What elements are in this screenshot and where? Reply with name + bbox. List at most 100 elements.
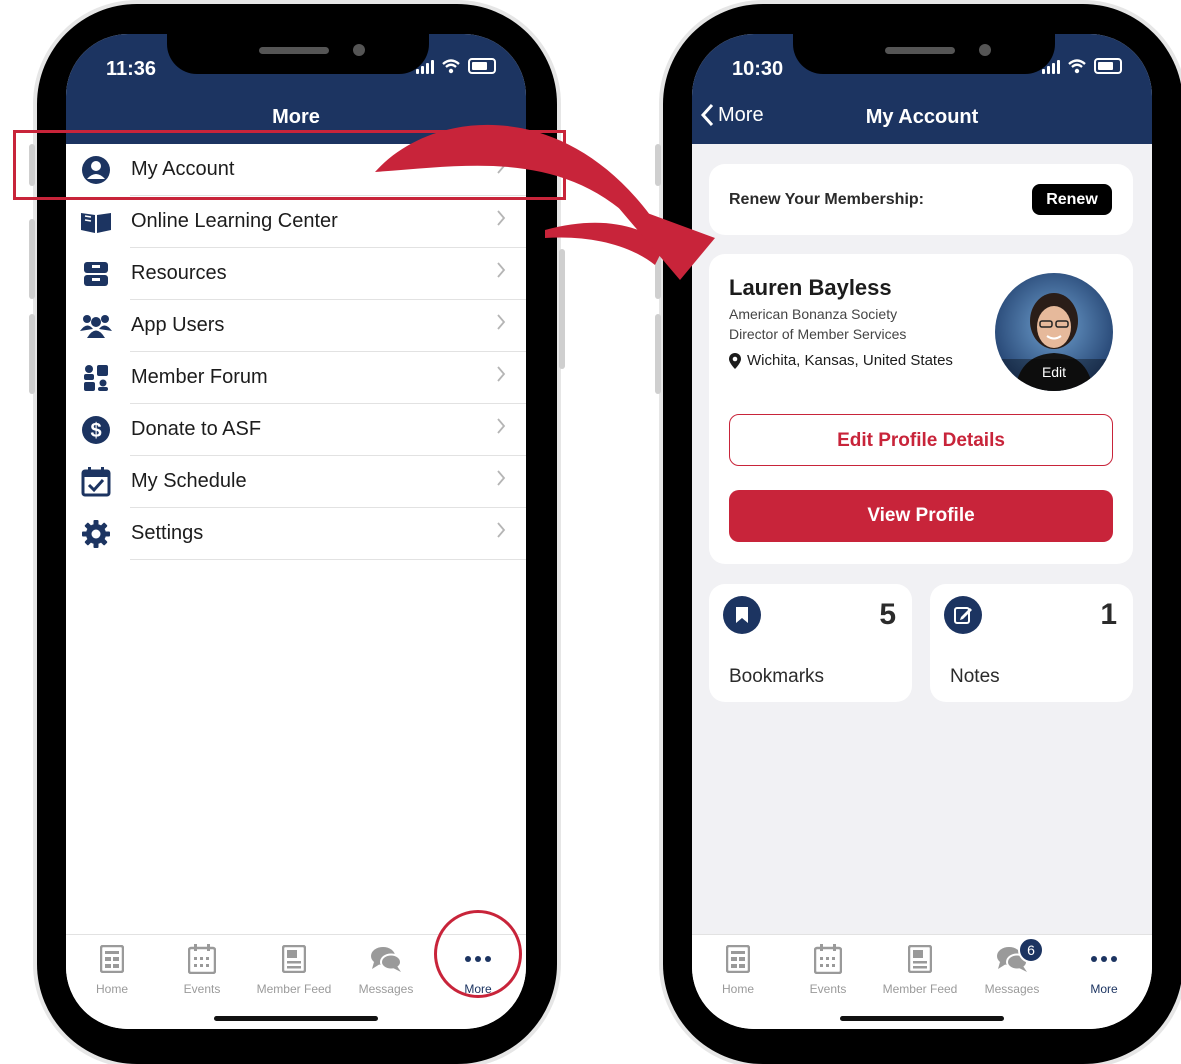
tab-home[interactable]: Home [66, 943, 158, 996]
chat-icon [340, 943, 432, 975]
edit-profile-button[interactable]: Edit Profile Details [729, 414, 1113, 466]
wifi-icon [442, 59, 460, 74]
page-title: My Account [865, 106, 979, 128]
mute-switch [655, 144, 661, 186]
calendar-icon [782, 943, 874, 975]
view-profile-button[interactable]: View Profile [729, 490, 1113, 542]
more-dots-icon [1058, 943, 1150, 975]
chevron-right-icon [497, 470, 506, 486]
profile-organization: American Bonanza Society [729, 306, 898, 322]
home-indicator [214, 1016, 378, 1021]
menu-item-member-forum[interactable]: Member Forum [66, 352, 526, 404]
account-content: Renew Your Membership: Renew Lauren Bayl… [692, 144, 1152, 934]
power-button [559, 249, 565, 369]
forum-icon [80, 364, 112, 392]
gear-icon [80, 520, 112, 548]
notch [793, 34, 1055, 74]
nav-header: 11:36 More [66, 34, 526, 144]
chevron-right-icon [497, 262, 506, 278]
bookmarks-label: Bookmarks [729, 666, 825, 687]
notch [167, 34, 429, 74]
notes-card[interactable]: 1 Notes [930, 584, 1133, 702]
status-icons [1042, 54, 1122, 78]
status-time: 10:30 [732, 58, 784, 80]
renew-card: Renew Your Membership: Renew [709, 164, 1133, 235]
messages-badge: 6 [1018, 937, 1044, 963]
tab-member-feed[interactable]: Member Feed [248, 943, 340, 996]
bookmarks-count: 5 [879, 598, 896, 631]
home-grid-icon [66, 943, 158, 975]
nav-header: 10:30 More My Account [692, 34, 1152, 144]
tab-label: Events [183, 982, 221, 996]
tab-label: Home [95, 982, 128, 996]
news-icon [874, 943, 966, 975]
notes-label: Notes [950, 666, 1000, 687]
tab-home[interactable]: Home [692, 943, 784, 996]
status-icons [416, 54, 496, 78]
tab-more[interactable]: More [1058, 943, 1150, 996]
profile-job-title: Director of Member Services [729, 326, 907, 342]
calendar-check-icon [80, 467, 112, 497]
tab-label: Home [721, 982, 754, 996]
menu-item-label: Online Learning Center [131, 210, 338, 232]
bookmark-icon [723, 596, 761, 634]
avatar[interactable]: Edit [995, 273, 1113, 391]
chevron-right-icon [497, 210, 506, 226]
wifi-icon [1068, 59, 1086, 74]
open-book-icon [80, 208, 112, 236]
profile-name: Lauren Bayless [729, 275, 892, 300]
menu-item-label: Settings [131, 522, 204, 544]
tab-label: Member Feed [256, 982, 332, 996]
tab-label: Messages [358, 982, 414, 996]
volume-down-button [29, 314, 35, 394]
news-icon [248, 943, 340, 975]
renew-button[interactable]: Renew [1032, 184, 1112, 215]
menu-item-label: Member Forum [131, 366, 268, 388]
page-title: More [272, 106, 320, 128]
chevron-right-icon [497, 522, 506, 538]
chevron-right-icon [497, 366, 506, 382]
screen-my-account: 10:30 More My Account Renew Your Members… [692, 34, 1152, 1029]
home-indicator [840, 1016, 1004, 1021]
chevron-right-icon [497, 314, 506, 330]
my-account-highlight [13, 130, 566, 200]
tab-events[interactable]: Events [782, 943, 874, 996]
chevron-right-icon [497, 418, 506, 434]
menu-item-my-schedule[interactable]: My Schedule [66, 456, 526, 508]
volume-up-button [655, 219, 661, 299]
edit-note-icon [944, 596, 982, 634]
notes-count: 1 [1100, 598, 1117, 631]
tab-label: Member Feed [882, 982, 958, 996]
map-pin-icon [729, 352, 741, 369]
menu-item-resources[interactable]: Resources [66, 248, 526, 300]
tab-bar: Home Events Member Feed 6 Messages More [692, 934, 1152, 1029]
menu-item-settings[interactable]: Settings [66, 508, 526, 560]
tab-member-feed[interactable]: Member Feed [874, 943, 966, 996]
tab-label: Messages [984, 982, 1040, 996]
volume-down-button [655, 314, 661, 394]
tab-label: More [1090, 982, 1118, 996]
dollar-icon: $ [80, 416, 112, 444]
tab-messages[interactable]: 6 Messages [966, 937, 1058, 996]
menu-item-donate[interactable]: $ Donate to ASF [66, 404, 526, 456]
menu-item-app-users[interactable]: App Users [66, 300, 526, 352]
archive-box-icon [80, 260, 112, 288]
menu-item-label: Resources [131, 262, 227, 284]
users-icon [80, 312, 112, 340]
location-text: Wichita, Kansas, United States [747, 352, 953, 369]
bookmarks-card[interactable]: 5 Bookmarks [709, 584, 912, 702]
tab-events[interactable]: Events [156, 943, 248, 996]
avatar-edit-label: Edit [1041, 364, 1067, 380]
more-menu: My Account Online Learning Center Resour… [66, 144, 526, 560]
svg-text:$: $ [90, 420, 101, 442]
profile-location: Wichita, Kansas, United States [729, 352, 953, 369]
menu-item-label: App Users [131, 314, 225, 336]
menu-item-label: Donate to ASF [131, 418, 262, 440]
phone-right: 10:30 More My Account Renew Your Members… [655, 4, 1181, 1064]
tab-label: Events [809, 982, 847, 996]
volume-up-button [29, 219, 35, 299]
battery-icon [1094, 58, 1122, 74]
menu-item-online-learning-center[interactable]: Online Learning Center [66, 196, 526, 248]
renew-label: Renew Your Membership: [729, 191, 924, 208]
tab-messages[interactable]: Messages [340, 943, 432, 996]
